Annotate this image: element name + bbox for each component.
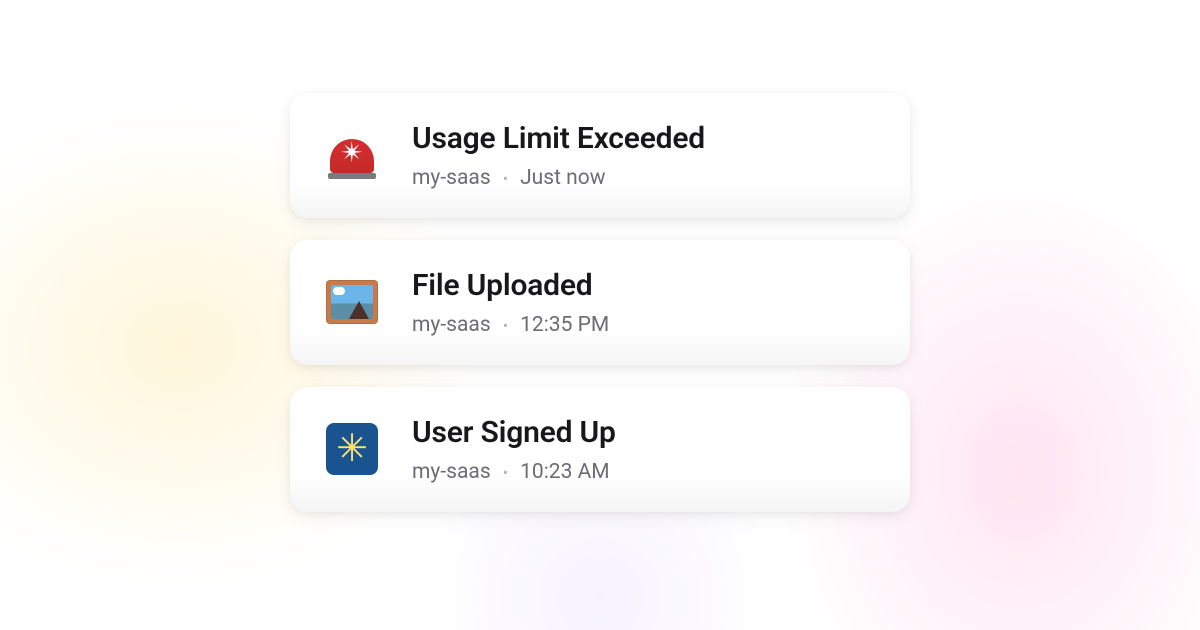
separator-dot: • [503,463,508,482]
notification-title: Usage Limit Exceeded [412,121,876,156]
notification-card[interactable]: File Uploaded my-saas • 12:35 PM [290,240,910,365]
notification-meta: my-saas • Just now [412,166,876,190]
notification-meta: my-saas • 10:23 AM [412,460,876,484]
separator-dot: • [503,169,508,188]
notification-content: User Signed Up my-saas • 10:23 AM [412,415,876,484]
notification-source: my-saas [412,166,491,190]
notification-source: my-saas [412,460,491,484]
burst-icon: ✳ [324,421,380,477]
siren-icon: ✴ [324,127,380,183]
notification-time: 12:35 PM [520,313,609,337]
notification-content: Usage Limit Exceeded my-saas • Just now [412,121,876,190]
notification-title: File Uploaded [412,268,876,303]
notification-time: 10:23 AM [520,460,610,484]
notification-source: my-saas [412,313,491,337]
notification-feed: ✴ Usage Limit Exceeded my-saas • Just no… [290,93,910,512]
notification-card[interactable]: ✴ Usage Limit Exceeded my-saas • Just no… [290,93,910,218]
picture-icon [324,274,380,330]
notification-time: Just now [520,166,605,190]
notification-meta: my-saas • 12:35 PM [412,313,876,337]
notification-title: User Signed Up [412,415,876,450]
notification-card[interactable]: ✳ User Signed Up my-saas • 10:23 AM [290,387,910,512]
separator-dot: • [503,316,508,335]
notification-content: File Uploaded my-saas • 12:35 PM [412,268,876,337]
